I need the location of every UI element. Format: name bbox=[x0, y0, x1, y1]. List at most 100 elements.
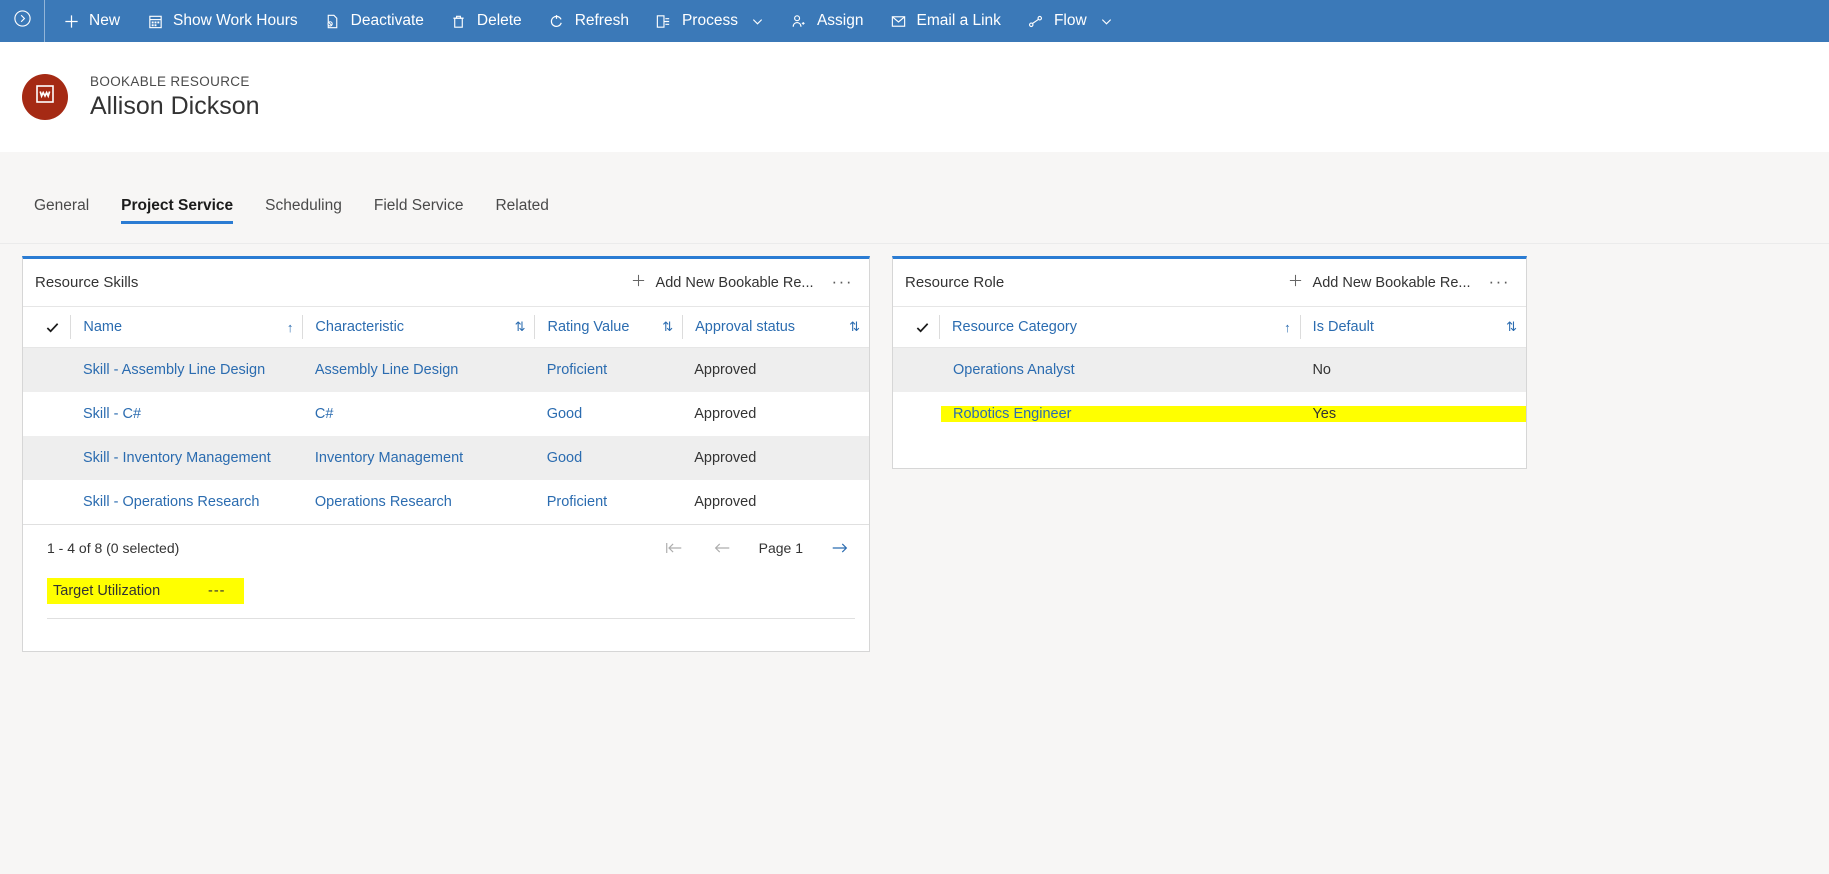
tab-related-label: Related bbox=[495, 196, 549, 214]
cell-rating-value[interactable]: Good bbox=[535, 450, 683, 466]
chevron-down-icon bbox=[1100, 15, 1113, 28]
tab-scheduling[interactable]: Scheduling bbox=[249, 196, 358, 225]
deactivate-button[interactable]: Deactivate bbox=[311, 0, 437, 42]
tab-strip-container: General Project Service Scheduling Field… bbox=[0, 152, 1829, 244]
command-bar: New Show Work Hours Deactivate Delete Re… bbox=[0, 0, 1829, 42]
column-header-approval-status[interactable]: Approval status ⇅ bbox=[682, 315, 869, 339]
page-title: Allison Dickson bbox=[90, 91, 260, 120]
cell-is-default: Yes bbox=[1300, 406, 1526, 422]
record-header: BOOKABLE RESOURCE Allison Dickson bbox=[0, 42, 1829, 152]
column-header-name-label: Name bbox=[83, 319, 123, 335]
refresh-button[interactable]: Refresh bbox=[535, 0, 642, 42]
cell-approval-status: Approved bbox=[694, 450, 757, 466]
sort-toggle-icon: ⇅ bbox=[662, 319, 674, 334]
table-row[interactable]: Skill - Assembly Line Design Assembly Li… bbox=[23, 348, 869, 392]
cell-name[interactable]: Skill - Operations Research bbox=[71, 494, 303, 510]
column-header-approval-status-label: Approval status bbox=[695, 319, 796, 335]
target-utilization-value[interactable]: --- bbox=[208, 583, 226, 599]
table-row[interactable]: Skill - Operations Research Operations R… bbox=[23, 480, 869, 524]
assign-button[interactable]: Assign bbox=[777, 0, 877, 42]
resource-role-panel: Resource Role Add New Bookable Re... ···… bbox=[892, 256, 1527, 469]
column-header-resource-category-label: Resource Category bbox=[952, 319, 1077, 335]
column-header-is-default[interactable]: Is Default ⇅ bbox=[1299, 315, 1526, 339]
add-new-bookable-resource-skill-button[interactable]: Add New Bookable Re... bbox=[631, 273, 814, 292]
chevron-down-icon bbox=[751, 15, 764, 28]
column-header-characteristic[interactable]: Characteristic ⇅ bbox=[302, 315, 534, 339]
show-work-hours-button[interactable]: Show Work Hours bbox=[133, 0, 311, 42]
process-button[interactable]: Process bbox=[642, 0, 777, 42]
cell-rating-value[interactable]: Proficient bbox=[535, 362, 683, 378]
resource-skills-title: Resource Skills bbox=[35, 274, 139, 291]
resource-skills-header: Resource Skills Add New Bookable Re... ·… bbox=[23, 259, 869, 306]
show-work-hours-label: Show Work Hours bbox=[173, 12, 298, 30]
resource-skills-pagination: 1 - 4 of 8 (0 selected) Page 1 bbox=[23, 524, 869, 570]
sort-toggle-icon: ⇅ bbox=[514, 319, 526, 334]
chevron-right-circle-icon bbox=[13, 9, 32, 33]
cell-rating-value[interactable]: Proficient bbox=[535, 494, 683, 510]
target-utilization-field-row: Target Utilization --- bbox=[23, 570, 869, 612]
resource-skills-overflow-button[interactable]: ··· bbox=[832, 273, 853, 290]
page-first-icon[interactable] bbox=[663, 537, 685, 559]
tab-scheduling-label: Scheduling bbox=[265, 196, 342, 214]
column-header-resource-category[interactable]: Resource Category ↑ bbox=[939, 315, 1300, 339]
expand-panel-button[interactable] bbox=[0, 0, 44, 42]
deactivate-label: Deactivate bbox=[350, 12, 424, 30]
calendar-icon bbox=[146, 12, 164, 30]
process-label: Process bbox=[681, 12, 738, 30]
table-row[interactable]: Operations Analyst No bbox=[893, 348, 1526, 392]
cell-is-default: No bbox=[1312, 362, 1331, 378]
cell-characteristic[interactable]: Operations Research bbox=[303, 494, 535, 510]
cell-rating-value[interactable]: Good bbox=[535, 406, 683, 422]
resource-role-overflow-button[interactable]: ··· bbox=[1489, 273, 1510, 290]
tab-related[interactable]: Related bbox=[479, 196, 564, 225]
select-all-checkbox[interactable] bbox=[35, 320, 70, 335]
table-row[interactable]: Skill - C# C# Good Approved bbox=[23, 392, 869, 436]
column-header-characteristic-label: Characteristic bbox=[315, 319, 405, 335]
cell-approval-status: Approved bbox=[694, 362, 757, 378]
cell-characteristic[interactable]: Assembly Line Design bbox=[303, 362, 535, 378]
tab-project-service[interactable]: Project Service bbox=[105, 197, 249, 225]
new-button-label: New bbox=[89, 12, 121, 30]
email-a-link-button[interactable]: Email a Link bbox=[877, 0, 1014, 42]
delete-button[interactable]: Delete bbox=[437, 0, 535, 42]
resource-skills-grid-header: Name ↑ Characteristic ⇅ Rating Value ⇅ A… bbox=[23, 306, 869, 348]
table-row[interactable]: Robotics Engineer Yes bbox=[893, 392, 1526, 436]
refresh-label: Refresh bbox=[574, 12, 629, 30]
cell-resource-category[interactable]: Operations Analyst bbox=[941, 362, 1300, 378]
add-new-role-label: Add New Bookable Re... bbox=[1312, 274, 1471, 291]
bookable-resource-icon bbox=[34, 83, 56, 110]
sort-toggle-icon: ⇅ bbox=[849, 319, 861, 334]
cell-characteristic[interactable]: Inventory Management bbox=[303, 450, 535, 466]
flow-label: Flow bbox=[1053, 12, 1087, 30]
sort-ascending-icon: ↑ bbox=[286, 319, 294, 335]
record-count-label: 1 - 4 of 8 (0 selected) bbox=[47, 539, 180, 556]
panel-footer-space bbox=[893, 436, 1526, 468]
table-row[interactable]: Skill - Inventory Management Inventory M… bbox=[23, 436, 869, 480]
plus-icon bbox=[62, 12, 80, 30]
column-header-rating-value[interactable]: Rating Value ⇅ bbox=[534, 315, 682, 339]
add-new-bookable-resource-category-button[interactable]: Add New Bookable Re... bbox=[1288, 273, 1471, 292]
pager: Page 1 bbox=[663, 537, 851, 559]
cell-name[interactable]: Skill - Assembly Line Design bbox=[71, 362, 303, 378]
tab-field-service[interactable]: Field Service bbox=[358, 196, 480, 225]
flow-button[interactable]: Flow bbox=[1014, 0, 1126, 42]
page-previous-icon[interactable] bbox=[711, 537, 733, 559]
column-header-name[interactable]: Name ↑ bbox=[70, 315, 302, 339]
flow-icon bbox=[1027, 12, 1045, 30]
page-number-label: Page 1 bbox=[758, 539, 803, 556]
cell-name[interactable]: Skill - C# bbox=[71, 406, 303, 422]
tab-general[interactable]: General bbox=[18, 197, 105, 225]
cell-name[interactable]: Skill - Inventory Management bbox=[71, 450, 303, 466]
new-button[interactable]: New bbox=[49, 0, 133, 42]
resource-skills-grid: Name ↑ Characteristic ⇅ Rating Value ⇅ A… bbox=[23, 306, 869, 651]
cell-characteristic[interactable]: C# bbox=[303, 406, 535, 422]
page-next-icon[interactable] bbox=[829, 537, 851, 559]
cell-approval-status: Approved bbox=[694, 406, 757, 422]
column-header-is-default-label: Is Default bbox=[1312, 319, 1374, 335]
cell-resource-category[interactable]: Robotics Engineer bbox=[941, 406, 1301, 422]
resource-skills-panel: Resource Skills Add New Bookable Re... ·… bbox=[22, 256, 870, 652]
assign-user-icon bbox=[790, 12, 808, 30]
column-header-rating-value-label: Rating Value bbox=[547, 319, 630, 335]
select-all-checkbox[interactable] bbox=[905, 320, 939, 335]
tab-field-service-label: Field Service bbox=[373, 196, 464, 214]
